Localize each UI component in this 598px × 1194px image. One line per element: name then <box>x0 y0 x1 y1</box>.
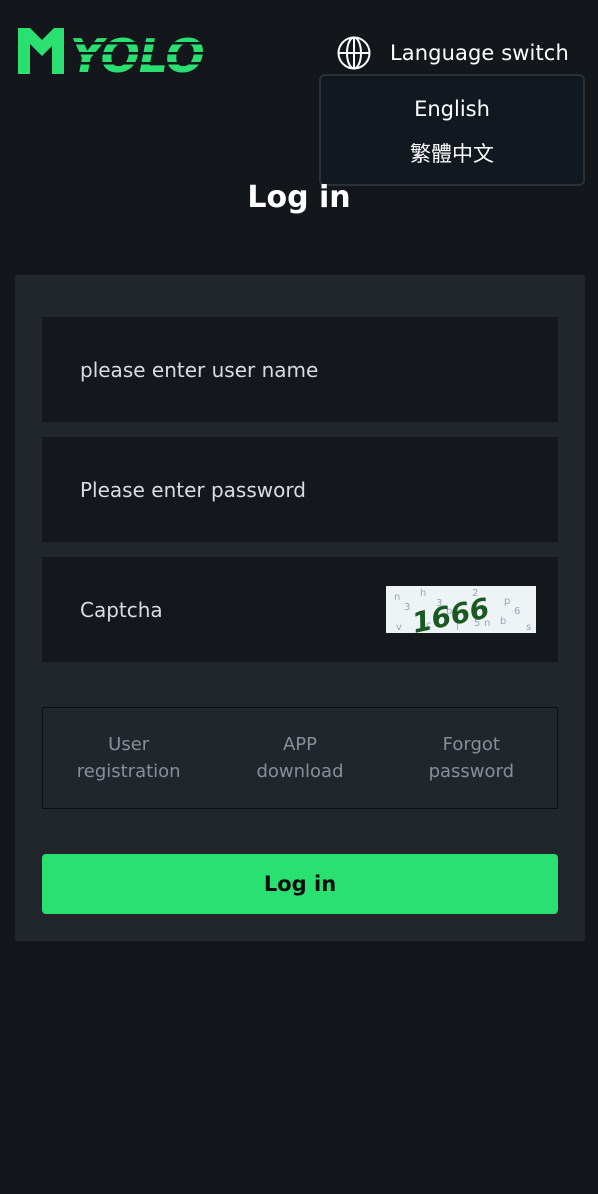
globe-icon <box>337 36 371 70</box>
auxiliary-links: User registration APP download Forgot pa… <box>42 707 558 809</box>
language-option-english[interactable]: English <box>321 94 583 139</box>
svg-text:v: v <box>396 622 402 633</box>
language-switch-button[interactable]: Language switch <box>336 34 569 72</box>
svg-text:p: p <box>504 596 510 607</box>
svg-text:6: 6 <box>514 606 520 617</box>
password-input[interactable] <box>42 437 382 542</box>
username-field-container <box>42 317 558 422</box>
page-title: Log in <box>247 180 351 215</box>
svg-text:b: b <box>500 616 506 627</box>
svg-text:s: s <box>526 622 531 633</box>
captcha-input[interactable] <box>42 557 382 662</box>
login-card: nh3 32b pnb svc 65l 1666 User registrati… <box>15 275 585 941</box>
username-input[interactable] <box>42 317 382 422</box>
forgot-password-link[interactable]: Forgot password <box>386 731 557 785</box>
app-download-link[interactable]: APP download <box>214 731 385 785</box>
language-option-traditional-chinese[interactable]: 繁體中文 <box>321 139 583 184</box>
svg-text:n: n <box>394 592 400 603</box>
language-switch-label: Language switch <box>390 41 569 65</box>
captcha-image[interactable]: n h3 32b pn b sv c 65l 1666 <box>386 586 536 633</box>
user-registration-link[interactable]: User registration <box>43 731 214 785</box>
login-button[interactable]: Log in <box>42 854 558 914</box>
svg-text:h: h <box>420 588 426 599</box>
captcha-field-container: nh3 32b pnb svc 65l 1666 <box>42 557 558 662</box>
language-dropdown: English 繁體中文 <box>319 74 585 186</box>
yolo-logo: YOLO <box>18 28 220 83</box>
password-field-container <box>42 437 558 542</box>
